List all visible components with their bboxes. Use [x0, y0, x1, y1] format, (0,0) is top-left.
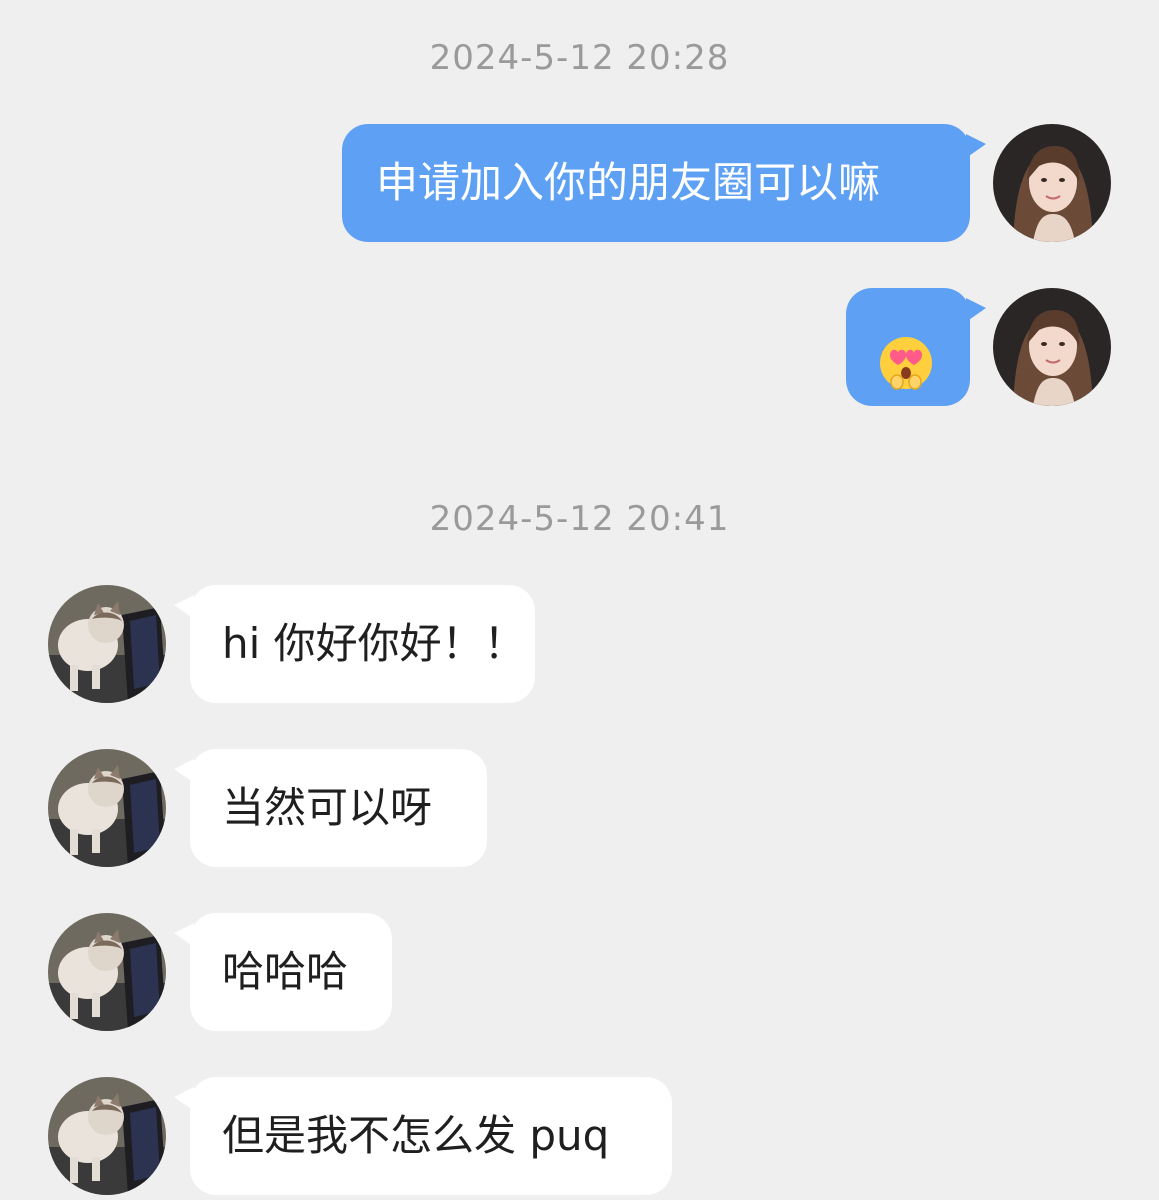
message-timestamp: 2024-5-12 20:28: [429, 38, 730, 78]
cat-avatar-icon: [48, 913, 166, 1031]
cat-avatar-icon: [48, 749, 166, 867]
message-text: 但是我不怎么发 puq: [222, 1111, 610, 1160]
message-text: hi 你好你好！！: [222, 619, 526, 668]
message-text: 当然可以呀: [222, 783, 433, 832]
self-avatar[interactable]: [993, 124, 1111, 242]
bubble-tail: [174, 595, 194, 619]
contact-avatar[interactable]: [48, 1077, 166, 1195]
received-message-bubble[interactable]: 哈哈哈: [174, 913, 392, 1031]
woman-avatar-icon: [993, 288, 1111, 406]
bubble-tail: [966, 134, 986, 158]
bubble-tail: [174, 1087, 194, 1111]
self-avatar[interactable]: [993, 288, 1111, 406]
woman-avatar-icon: [993, 124, 1111, 242]
message-timestamp: 2024-5-12 20:41: [429, 499, 730, 539]
received-message-bubble[interactable]: 但是我不怎么发 puq: [174, 1077, 672, 1195]
bubble-tail: [966, 298, 986, 322]
message-text: 申请加入你的朋友圈可以嘛: [376, 158, 881, 207]
message-text: 哈哈哈: [222, 947, 349, 996]
sent-emoji-bubble[interactable]: [846, 288, 986, 406]
bubble-tail: [174, 759, 194, 783]
contact-avatar[interactable]: [48, 913, 166, 1031]
received-message-bubble[interactable]: 当然可以呀: [174, 749, 487, 867]
sent-message-bubble[interactable]: 申请加入你的朋友圈可以嘛: [342, 124, 986, 242]
bubble-tail: [174, 923, 194, 947]
received-message-bubble[interactable]: hi 你好你好！！: [174, 585, 535, 703]
cat-avatar-icon: [48, 1077, 166, 1195]
contact-avatar[interactable]: [48, 749, 166, 867]
cat-avatar-icon: [48, 585, 166, 703]
contact-avatar[interactable]: [48, 585, 166, 703]
heart-eyes-emoji-icon: [876, 320, 936, 390]
